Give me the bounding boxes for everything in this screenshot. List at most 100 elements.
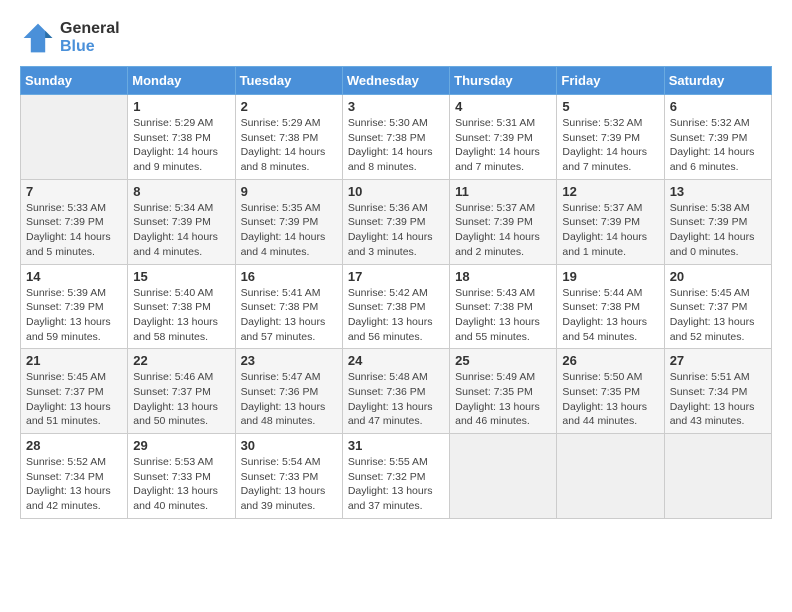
day-info: Sunrise: 5:55 AMSunset: 7:32 PMDaylight:… [348,455,444,514]
weekday-header-sunday: Sunday [21,67,128,95]
day-number: 10 [348,184,444,199]
calendar-cell: 15 Sunrise: 5:40 AMSunset: 7:38 PMDayligh… [128,264,235,349]
day-info: Sunrise: 5:49 AMSunset: 7:35 PMDaylight:… [455,370,551,429]
day-number: 1 [133,99,229,114]
day-info: Sunrise: 5:45 AMSunset: 7:37 PMDaylight:… [26,370,122,429]
calendar-header: General Blue [20,20,772,56]
day-number: 15 [133,269,229,284]
day-number: 19 [562,269,658,284]
day-number: 31 [348,438,444,453]
calendar-cell: 10 Sunrise: 5:36 AMSunset: 7:39 PMDayligh… [342,179,449,264]
calendar-cell: 7 Sunrise: 5:33 AMSunset: 7:39 PMDaylight… [21,179,128,264]
calendar-cell [21,95,128,180]
day-number: 4 [455,99,551,114]
day-info: Sunrise: 5:31 AMSunset: 7:39 PMDaylight:… [455,116,551,175]
day-number: 3 [348,99,444,114]
day-info: Sunrise: 5:37 AMSunset: 7:39 PMDaylight:… [455,201,551,260]
day-number: 7 [26,184,122,199]
calendar-cell: 22Sunrise: 5:46 AMSunset: 7:37 PMDayligh… [128,349,235,434]
day-number: 27 [670,353,766,368]
day-number: 24 [348,353,444,368]
calendar-cell: 19 Sunrise: 5:44 AMSunset: 7:38 PMDayligh… [557,264,664,349]
calendar-cell: 4 Sunrise: 5:31 AMSunset: 7:39 PMDaylight… [450,95,557,180]
day-info: Sunrise: 5:34 AMSunset: 7:39 PMDaylight:… [133,201,229,260]
calendar-cell [450,434,557,519]
day-info: Sunrise: 5:32 AMSunset: 7:39 PMDaylight:… [670,116,766,175]
calendar-cell: 3 Sunrise: 5:30 AMSunset: 7:38 PMDaylight… [342,95,449,180]
day-number: 26 [562,353,658,368]
calendar-cell: 2 Sunrise: 5:29 AMSunset: 7:38 PMDaylight… [235,95,342,180]
day-info: Sunrise: 5:29 AMSunset: 7:38 PMDaylight:… [133,116,229,175]
calendar-cell: 11 Sunrise: 5:37 AMSunset: 7:39 PMDayligh… [450,179,557,264]
calendar-cell: 9 Sunrise: 5:35 AMSunset: 7:39 PMDaylight… [235,179,342,264]
calendar-week-row: 7 Sunrise: 5:33 AMSunset: 7:39 PMDaylight… [21,179,772,264]
calendar-cell: 16Sunrise: 5:41 AMSunset: 7:38 PMDayligh… [235,264,342,349]
day-info: Sunrise: 5:53 AMSunset: 7:33 PMDaylight:… [133,455,229,514]
day-number: 20 [670,269,766,284]
day-number: 30 [241,438,337,453]
logo: General Blue [20,20,120,56]
calendar-cell [557,434,664,519]
calendar-cell: 14 Sunrise: 5:39 AMSunset: 7:39 PMDayligh… [21,264,128,349]
calendar-cell: 30 Sunrise: 5:54 AMSunset: 7:33 PMDayligh… [235,434,342,519]
calendar-cell: 1 Sunrise: 5:29 AMSunset: 7:38 PMDaylight… [128,95,235,180]
calendar-week-row: 21 Sunrise: 5:45 AMSunset: 7:37 PMDayligh… [21,349,772,434]
day-number: 22 [133,353,229,368]
day-number: 14 [26,269,122,284]
calendar-cell [664,434,771,519]
weekday-header-monday: Monday [128,67,235,95]
day-number: 21 [26,353,122,368]
day-info: Sunrise: 5:33 AMSunset: 7:39 PMDaylight:… [26,201,122,260]
day-number: 2 [241,99,337,114]
day-info: Sunrise: 5:54 AMSunset: 7:33 PMDaylight:… [241,455,337,514]
calendar-cell: 13 Sunrise: 5:38 AMSunset: 7:39 PMDayligh… [664,179,771,264]
calendar-cell: 18 Sunrise: 5:43 AMSunset: 7:38 PMDayligh… [450,264,557,349]
logo-text: General Blue [60,20,120,56]
calendar-cell: 28Sunrise: 5:52 AMSunset: 7:34 PMDayligh… [21,434,128,519]
day-number: 23 [241,353,337,368]
calendar-cell: 25 Sunrise: 5:49 AMSunset: 7:35 PMDayligh… [450,349,557,434]
calendar-cell: 23 Sunrise: 5:47 AMSunset: 7:36 PMDayligh… [235,349,342,434]
day-info: Sunrise: 5:50 AMSunset: 7:35 PMDaylight:… [562,370,658,429]
weekday-header-friday: Friday [557,67,664,95]
day-info: Sunrise: 5:47 AMSunset: 7:36 PMDaylight:… [241,370,337,429]
calendar-week-row: 14 Sunrise: 5:39 AMSunset: 7:39 PMDayligh… [21,264,772,349]
calendar-table: SundayMondayTuesdayWednesdayThursdayFrid… [20,66,772,519]
day-info: Sunrise: 5:39 AMSunset: 7:39 PMDaylight:… [26,286,122,345]
calendar-cell: 29 Sunrise: 5:53 AMSunset: 7:33 PMDayligh… [128,434,235,519]
day-info: Sunrise: 5:38 AMSunset: 7:39 PMDaylight:… [670,201,766,260]
weekday-header-row: SundayMondayTuesdayWednesdayThursdayFrid… [21,67,772,95]
day-number: 11 [455,184,551,199]
day-number: 9 [241,184,337,199]
calendar-cell: 24 Sunrise: 5:48 AMSunset: 7:36 PMDayligh… [342,349,449,434]
day-number: 6 [670,99,766,114]
calendar-cell: 31 Sunrise: 5:55 AMSunset: 7:32 PMDayligh… [342,434,449,519]
day-info: Sunrise: 5:44 AMSunset: 7:38 PMDaylight:… [562,286,658,345]
day-info: Sunrise: 5:30 AMSunset: 7:38 PMDaylight:… [348,116,444,175]
day-number: 5 [562,99,658,114]
day-number: 29 [133,438,229,453]
day-number: 12 [562,184,658,199]
day-info: Sunrise: 5:40 AMSunset: 7:38 PMDaylight:… [133,286,229,345]
weekday-header-tuesday: Tuesday [235,67,342,95]
day-number: 13 [670,184,766,199]
day-number: 28 [26,438,122,453]
calendar-cell: 8 Sunrise: 5:34 AMSunset: 7:39 PMDaylight… [128,179,235,264]
calendar-cell: 26 Sunrise: 5:50 AMSunset: 7:35 PMDayligh… [557,349,664,434]
day-number: 25 [455,353,551,368]
calendar-cell: 6 Sunrise: 5:32 AMSunset: 7:39 PMDaylight… [664,95,771,180]
calendar-cell: 12 Sunrise: 5:37 AMSunset: 7:39 PMDayligh… [557,179,664,264]
weekday-header-saturday: Saturday [664,67,771,95]
logo-icon [20,20,56,56]
day-info: Sunrise: 5:43 AMSunset: 7:38 PMDaylight:… [455,286,551,345]
day-number: 18 [455,269,551,284]
day-info: Sunrise: 5:32 AMSunset: 7:39 PMDaylight:… [562,116,658,175]
day-info: Sunrise: 5:35 AMSunset: 7:39 PMDaylight:… [241,201,337,260]
day-info: Sunrise: 5:37 AMSunset: 7:39 PMDaylight:… [562,201,658,260]
day-info: Sunrise: 5:36 AMSunset: 7:39 PMDaylight:… [348,201,444,260]
day-number: 8 [133,184,229,199]
day-number: 17 [348,269,444,284]
day-info: Sunrise: 5:29 AMSunset: 7:38 PMDaylight:… [241,116,337,175]
day-info: Sunrise: 5:48 AMSunset: 7:36 PMDaylight:… [348,370,444,429]
day-info: Sunrise: 5:51 AMSunset: 7:34 PMDaylight:… [670,370,766,429]
